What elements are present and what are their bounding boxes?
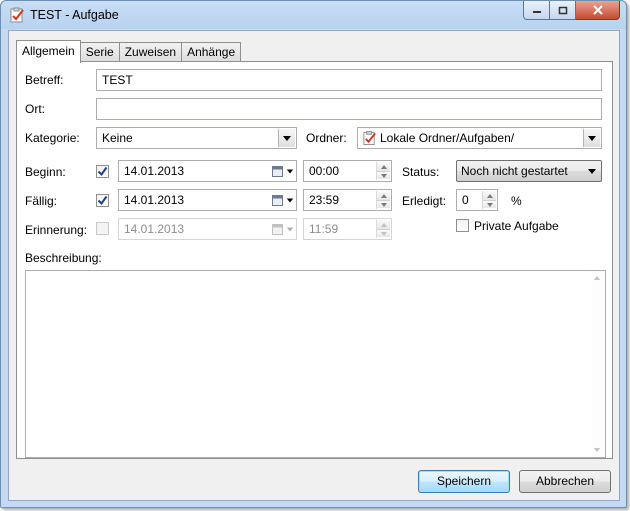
begin-label: Beginn: bbox=[25, 165, 66, 179]
chevron-down-icon bbox=[286, 227, 294, 231]
arrow-up-icon bbox=[380, 164, 387, 169]
arrow-down-icon bbox=[380, 173, 387, 178]
due-date-field[interactable]: 14.01.2013 bbox=[118, 189, 297, 211]
folder-label: Ordner: bbox=[306, 131, 347, 145]
spin-up-button[interactable] bbox=[483, 191, 496, 200]
status-value: Noch nicht gestartet bbox=[461, 164, 568, 178]
scroll-down-icon[interactable] bbox=[594, 448, 600, 452]
arrow-up-icon bbox=[380, 222, 387, 227]
spin-up-button[interactable] bbox=[377, 191, 390, 200]
tab-bar: Allgemein Serie Zuweisen Anhänge bbox=[16, 40, 242, 63]
maximize-button[interactable] bbox=[550, 1, 576, 20]
category-select[interactable]: Keine bbox=[96, 127, 297, 149]
private-task-label[interactable]: Private Aufgabe bbox=[474, 219, 559, 233]
chevron-down-icon bbox=[286, 169, 294, 173]
description-label: Beschreibung: bbox=[25, 251, 102, 265]
chevron-down-icon bbox=[283, 135, 291, 141]
cancel-button[interactable]: Abbrechen bbox=[519, 470, 611, 493]
chevron-down-icon bbox=[588, 135, 596, 141]
due-label: Fällig: bbox=[25, 194, 58, 208]
reminder-date-value: 14.01.2013 bbox=[124, 222, 185, 236]
status-label: Status: bbox=[402, 165, 440, 179]
due-time-spinner[interactable] bbox=[376, 191, 390, 209]
maximize-icon bbox=[558, 6, 567, 14]
reminder-checkbox[interactable] bbox=[96, 222, 109, 235]
category-value: Keine bbox=[102, 131, 133, 145]
save-button[interactable]: Speichern bbox=[418, 470, 510, 493]
scroll-up-icon[interactable] bbox=[594, 276, 600, 280]
calendar-icon bbox=[272, 165, 283, 177]
task-window: TEST - Aufgabe Allgemein Serie Zuweisen … bbox=[0, 0, 627, 508]
done-percent-value: 0 bbox=[462, 193, 469, 207]
due-time-field[interactable]: 23:59 bbox=[303, 189, 392, 211]
folder-dropdown-arrow[interactable] bbox=[583, 129, 600, 147]
spin-down-button[interactable] bbox=[483, 200, 496, 208]
folder-value: Lokale Ordner/Aufgaben/ bbox=[380, 131, 515, 145]
reminder-time-spinner[interactable] bbox=[376, 220, 390, 238]
spin-up-button[interactable] bbox=[377, 220, 390, 229]
close-button[interactable] bbox=[576, 1, 620, 20]
reminder-label: Erinnerung: bbox=[25, 223, 88, 237]
private-task-checkbox[interactable] bbox=[456, 219, 469, 232]
reminder-time-field[interactable]: 11:59 bbox=[303, 218, 392, 240]
tab-zuweisen[interactable]: Zuweisen bbox=[118, 42, 183, 62]
description-scrollbar[interactable] bbox=[590, 271, 605, 457]
begin-date-field[interactable]: 14.01.2013 bbox=[118, 160, 297, 182]
spin-down-button[interactable] bbox=[377, 229, 390, 237]
calendar-icon bbox=[272, 194, 283, 206]
subject-field[interactable]: TEST bbox=[96, 69, 602, 91]
begin-time-spinner[interactable] bbox=[376, 162, 390, 180]
begin-checkbox[interactable] bbox=[96, 165, 109, 178]
description-textarea[interactable] bbox=[25, 270, 606, 458]
done-spinner[interactable] bbox=[482, 191, 496, 209]
arrow-up-icon bbox=[486, 193, 493, 198]
begin-date-value: 14.01.2013 bbox=[124, 164, 185, 178]
percent-unit: % bbox=[511, 194, 522, 208]
separator bbox=[24, 243, 606, 244]
subject-label: Betreff: bbox=[25, 73, 64, 87]
task-folder-icon bbox=[363, 130, 376, 146]
arrow-down-icon bbox=[380, 202, 387, 207]
due-time-value: 23:59 bbox=[309, 193, 340, 207]
location-field[interactable] bbox=[96, 98, 602, 120]
spin-up-button[interactable] bbox=[377, 162, 390, 171]
reminder-date-field[interactable]: 14.01.2013 bbox=[118, 218, 297, 240]
spin-down-button[interactable] bbox=[377, 200, 390, 208]
reminder-calendar-button[interactable] bbox=[272, 221, 294, 237]
chevron-down-icon bbox=[286, 198, 294, 202]
spin-down-button[interactable] bbox=[377, 171, 390, 179]
location-label: Ort: bbox=[25, 102, 45, 116]
tab-anhaenge[interactable]: Anhänge bbox=[181, 42, 242, 62]
arrow-down-icon bbox=[486, 202, 493, 207]
minimize-button[interactable] bbox=[523, 1, 550, 20]
title-bar[interactable]: TEST - Aufgabe bbox=[1, 1, 626, 29]
due-date-value: 14.01.2013 bbox=[124, 193, 185, 207]
general-tab-panel: Betreff: TEST Ort: Kategorie: Keine Ordn… bbox=[16, 61, 613, 459]
check-icon bbox=[97, 166, 108, 177]
calendar-icon bbox=[272, 223, 283, 235]
check-icon bbox=[97, 195, 108, 206]
chevron-down-icon bbox=[588, 169, 596, 174]
tab-serie[interactable]: Serie bbox=[79, 42, 120, 62]
dialog-body: Allgemein Serie Zuweisen Anhänge Betreff… bbox=[8, 30, 620, 501]
begin-calendar-button[interactable] bbox=[272, 163, 294, 179]
window-title: TEST - Aufgabe bbox=[30, 8, 119, 22]
begin-time-value: 00:00 bbox=[309, 164, 340, 178]
minimize-icon bbox=[532, 11, 541, 13]
folder-select[interactable]: Lokale Ordner/Aufgaben/ bbox=[357, 127, 602, 149]
reminder-time-value: 11:59 bbox=[309, 222, 339, 236]
done-label: Erledigt: bbox=[402, 194, 447, 208]
arrow-down-icon bbox=[380, 231, 387, 236]
done-percent-field[interactable]: 0 bbox=[456, 189, 498, 211]
category-label: Kategorie: bbox=[25, 131, 80, 145]
begin-time-field[interactable]: 00:00 bbox=[303, 160, 392, 182]
status-select[interactable]: Noch nicht gestartet bbox=[456, 160, 602, 182]
task-icon bbox=[10, 7, 24, 23]
category-dropdown-arrow[interactable] bbox=[278, 129, 295, 147]
due-calendar-button[interactable] bbox=[272, 192, 294, 208]
tab-allgemein[interactable]: Allgemein bbox=[16, 40, 81, 63]
close-icon bbox=[592, 5, 603, 15]
arrow-up-icon bbox=[380, 193, 387, 198]
due-checkbox[interactable] bbox=[96, 194, 109, 207]
